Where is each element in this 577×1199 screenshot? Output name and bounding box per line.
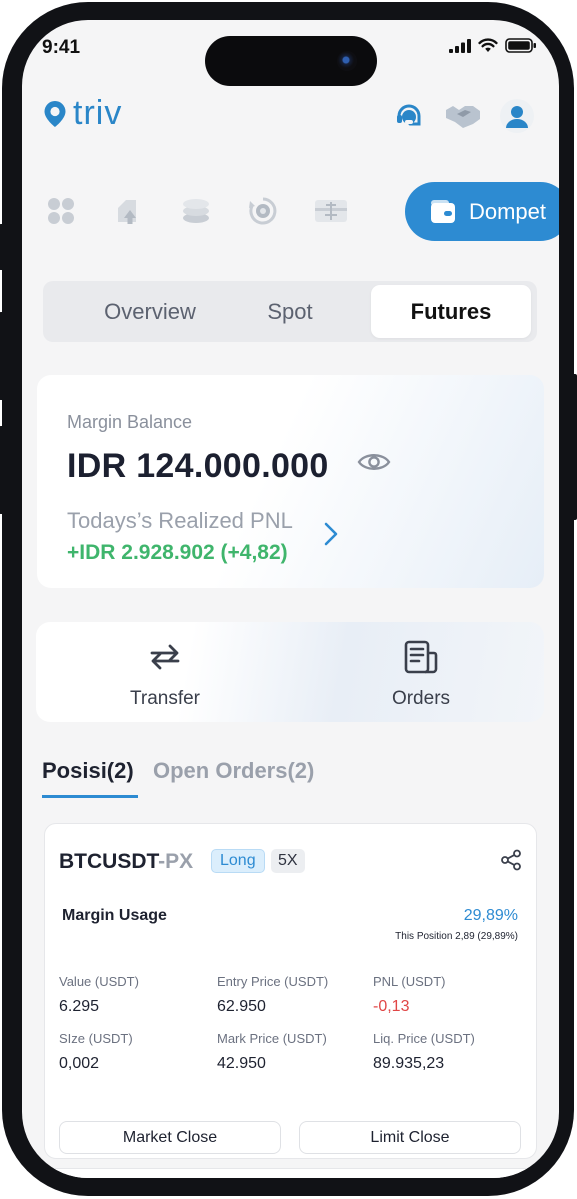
margin-balance-label: Margin Balance [67, 412, 193, 432]
status-time: 9:41 [42, 37, 81, 58]
symbol-name: BTCUSDT [59, 850, 159, 873]
value-label: Value (USDT) [59, 974, 139, 989]
app-screen: 9:41 triv Dompet Overview Spot Futures M… [22, 20, 559, 1178]
size-value: 0,002 [59, 1055, 100, 1072]
symbol-suffix: -PX [158, 850, 194, 873]
wifi-icon [478, 38, 498, 52]
limit-close-button[interactable]: Limit Close [299, 1121, 521, 1154]
signal-icon [449, 38, 471, 53]
handshake-icon[interactable] [445, 98, 481, 134]
size-cell: SIze (USDT) 0,002 [59, 1031, 133, 1073]
header-actions [391, 98, 535, 134]
triv-logo-icon [44, 100, 66, 127]
eye-icon[interactable] [357, 450, 391, 474]
mark-price-cell: Mark Price (USDT) 42.950 [217, 1031, 327, 1073]
transfer-icon [150, 644, 180, 670]
triv-logo[interactable]: triv [42, 94, 122, 133]
tax-icon[interactable] [314, 194, 348, 228]
wallet-icon [430, 199, 455, 223]
value-cell: Value (USDT) 6.295 [59, 974, 139, 1016]
tab-positions[interactable]: Posisi(2) [42, 758, 134, 784]
next-position-card [44, 1168, 537, 1178]
tab-futures[interactable]: Futures [371, 285, 531, 338]
mark-price-label: Mark Price (USDT) [217, 1031, 327, 1046]
size-label: SIze (USDT) [59, 1031, 133, 1046]
leverage-badge: 5X [271, 849, 305, 873]
pnl-label: PNL (USDT) [373, 974, 446, 989]
value-value: 6.295 [59, 998, 100, 1015]
orders-label: Orders [391, 688, 451, 709]
margin-balance-value: IDR 124.000.000 [67, 447, 329, 485]
market-close-button[interactable]: Market Close [59, 1121, 281, 1154]
entry-price-value: 62.950 [217, 998, 266, 1015]
orders-icon [404, 640, 438, 674]
dompet-label: Dompet [468, 198, 547, 224]
transfer-button[interactable]: Transfer [95, 638, 235, 710]
upload-icon[interactable] [112, 194, 146, 228]
dynamic-island [205, 36, 377, 86]
battery-icon [505, 38, 536, 53]
wallet-tabs: Overview Spot Futures [43, 281, 537, 342]
liq-price-value: 89.935,23 [373, 1055, 445, 1072]
margin-usage-value: 29,89% [463, 907, 518, 924]
share-icon[interactable] [500, 849, 522, 871]
pnl-cell: PNL (USDT) -0,13 [373, 974, 445, 1016]
grid-icon[interactable] [44, 194, 78, 228]
position-card: BTCUSDT-PX Long 5X Margin Usage 29,89% T… [44, 823, 537, 1159]
tab-spot[interactable]: Spot [210, 285, 370, 338]
active-tab-indicator [42, 795, 138, 798]
quick-nav: Dompet [44, 182, 559, 242]
entry-price-label: Entry Price (USDT) [217, 974, 329, 989]
liq-price-cell: Liq. Price (USDT) 89.935,23 [373, 1031, 475, 1073]
realized-pnl-value: +IDR 2.928.902 (+4,82) [67, 541, 288, 564]
user-avatar-icon[interactable] [499, 98, 535, 134]
transfer-label: Transfer [129, 688, 201, 709]
tab-open-orders[interactable]: Open Orders(2) [153, 758, 314, 784]
actions-card: Transfer Orders [36, 622, 544, 722]
position-symbol: BTCUSDT-PX [59, 850, 193, 874]
status-icons [449, 38, 537, 53]
support-agent-icon[interactable] [391, 98, 427, 134]
liq-price-label: Liq. Price (USDT) [373, 1031, 475, 1046]
mark-price-value: 42.950 [217, 1055, 266, 1072]
margin-usage-label: Margin Usage [62, 907, 167, 924]
margin-usage-detail: This Position 2,89 (29,89%) [395, 931, 518, 942]
margin-balance-card: Margin Balance IDR 124.000.000 Todays’s … [37, 375, 544, 588]
brand-name: triv [73, 94, 123, 132]
dompet-button[interactable]: Dompet [405, 182, 559, 241]
side-badge: Long [211, 849, 265, 873]
phone-frame: 9:41 triv Dompet Overview Spot Futures M… [0, 2, 577, 1196]
entry-price-cell: Entry Price (USDT) 62.950 [217, 974, 328, 1016]
realized-pnl-label: Todays’s Realized PNL [67, 508, 293, 533]
tab-overview[interactable]: Overview [70, 285, 230, 338]
pnl-value: -0,13 [373, 998, 410, 1015]
orders-button[interactable]: Orders [351, 638, 491, 710]
staking-icon[interactable] [246, 194, 280, 228]
chevron-right-icon[interactable] [323, 521, 339, 547]
coins-icon[interactable] [179, 194, 213, 228]
